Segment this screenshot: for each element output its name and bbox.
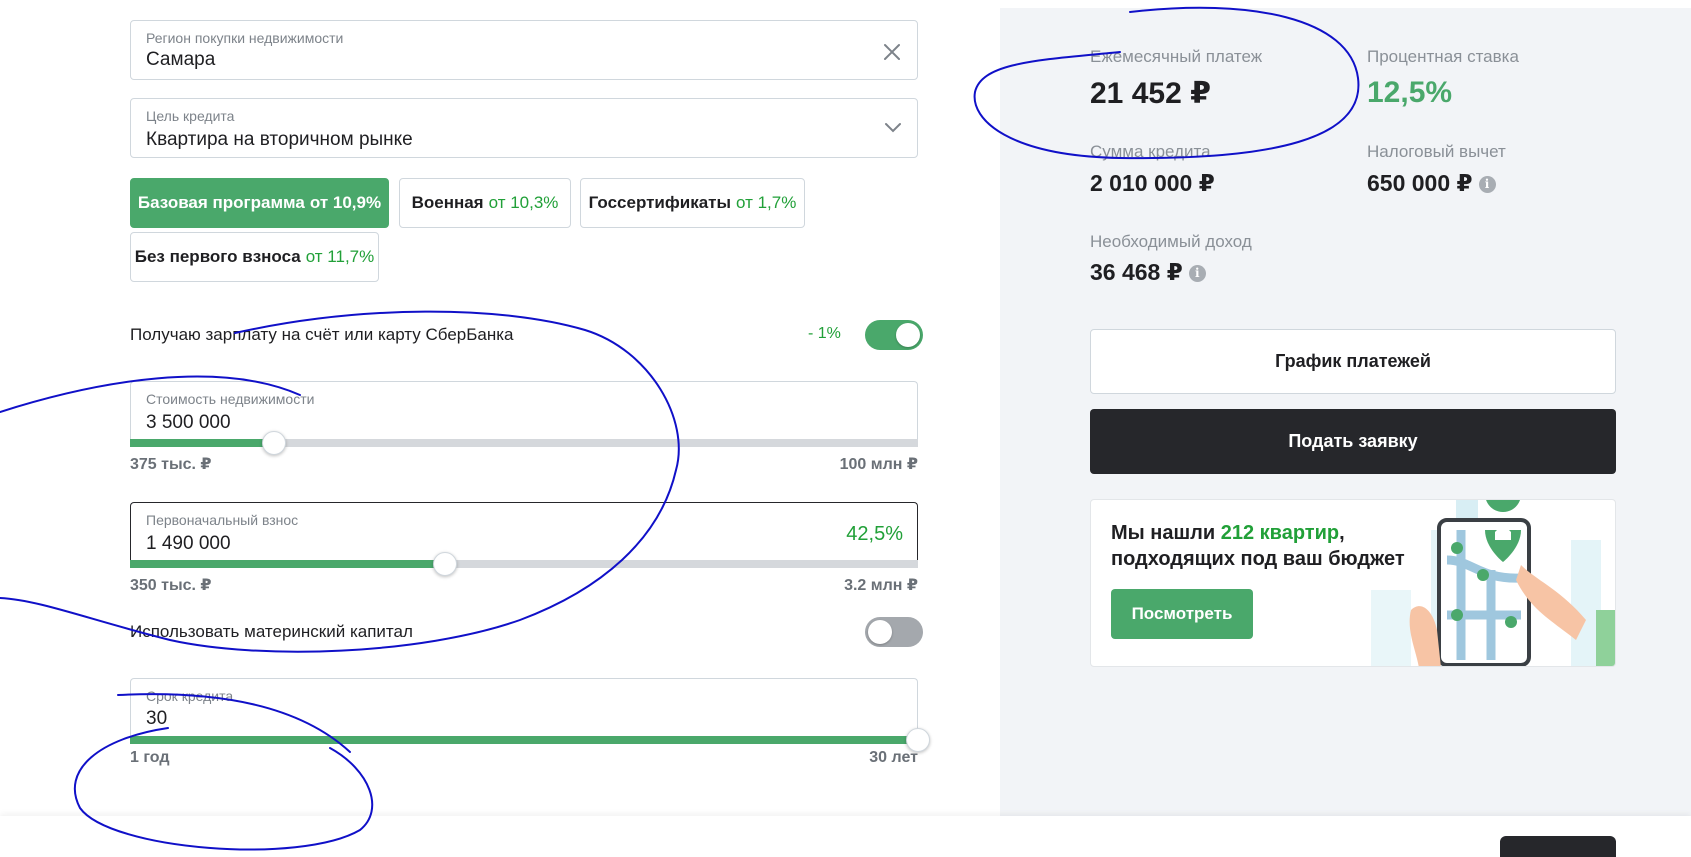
close-icon[interactable] [883,43,901,61]
term-slider-fill [130,736,918,744]
purpose-label: Цель кредита [146,108,235,124]
term-label: Срок кредита [146,688,234,704]
down-payment-slider-fill [130,560,446,568]
down-payment-max: 3.2 млн ₽ [844,577,918,594]
map-phone-illustration-icon [1371,500,1615,666]
monthly-payment-label: Ежемесячный платеж [1090,47,1263,66]
price-field[interactable]: Стоимость недвижимости 3 500 000 [130,381,918,443]
term-field[interactable]: Срок кредита 30 [130,678,918,740]
promo-text: Мы нашли 212 квартир, подходящих под ваш… [1111,520,1405,572]
region-value: Самара [146,49,216,70]
program-name: Базовая программа [137,193,305,212]
price-value: 3 500 000 [146,412,231,433]
view-apartments-button[interactable]: Посмотреть [1111,589,1253,639]
down-payment-percent: 42,5% [846,523,903,545]
program-rate: от 10,9% [309,193,382,212]
promo-line1-suffix: , [1339,522,1345,544]
down-payment-value: 1 490 000 [146,533,231,554]
price-min: 375 тыс. ₽ [130,456,212,473]
toggle-knob [896,323,920,347]
term-max: 30 лет [869,749,918,766]
down-payment-min: 350 тыс. ₽ [130,577,212,594]
toggle-knob [868,620,892,644]
down-payment-slider[interactable] [130,552,918,576]
interest-rate-label: Процентная ставка [1367,47,1519,66]
loan-amount-value: 2 010 000 ₽ [1090,170,1215,196]
promo-apartments-count[interactable]: 212 квартир [1221,522,1339,544]
program-rate: от 10,3% [488,193,559,212]
term-value: 30 [146,708,168,729]
region-label: Регион покупки недвижимости [146,30,344,46]
down-payment-slider-thumb[interactable] [433,552,458,576]
program-chip-military[interactable]: Военная от 10,3% [399,178,571,228]
bottom-sticky-bar [0,816,1691,857]
tax-deduction-value: 650 000 ₽ [1367,170,1473,196]
salary-toggle[interactable] [865,320,923,350]
price-slider[interactable] [130,431,918,455]
price-label: Стоимость недвижимости [146,391,315,407]
program-rate: от 11,7% [305,247,375,266]
required-income-value: 36 468 ₽ [1090,259,1183,285]
down-payment-field[interactable]: Первоначальный взнос 1 490 000 42,5% [130,502,918,564]
down-payment-label: Первоначальный взнос [146,512,299,528]
purpose-value: Квартира на вторичном рынке [146,129,413,150]
loan-amount-label: Сумма кредита [1090,142,1211,161]
chevron-down-icon[interactable] [883,121,903,135]
term-slider[interactable] [130,728,930,752]
payment-schedule-button[interactable]: График платежей [1090,329,1616,394]
tax-deduction-label: Налоговый вычет [1367,142,1506,161]
tax-deduction: 650 000 ₽ i [1367,170,1496,197]
maternity-capital-label: Использовать материнский капитал [130,622,413,641]
salary-label: Получаю зарплату на счёт или карту СберБ… [130,325,514,344]
purpose-select[interactable]: Цель кредита Квартира на вторичном рынке [130,98,918,158]
maternity-capital-toggle[interactable] [865,617,923,647]
salary-discount: - 1% [808,325,841,342]
price-slider-fill [130,439,275,447]
submit-application-button[interactable]: Подать заявку [1090,409,1616,474]
region-field[interactable]: Регион покупки недвижимости Самара [130,20,918,80]
info-icon[interactable]: i [1478,176,1496,194]
info-icon[interactable]: i [1188,265,1206,283]
promo-line1-prefix: Мы нашли [1111,522,1216,544]
price-max: 100 млн ₽ [839,456,918,473]
program-rate: от 1,7% [736,193,797,212]
required-income: 36 468 ₽ i [1090,259,1206,286]
program-name: Военная [411,193,484,212]
interest-rate-value: 12,5% [1367,76,1453,109]
program-chip-base[interactable]: Базовая программа от 10,9% [130,178,389,228]
program-chip-no-down-payment[interactable]: Без первого взноса от 11,7% [130,232,379,282]
required-income-label: Необходимый доход [1090,232,1252,251]
program-name: Госсертификаты [588,193,732,212]
term-min: 1 год [130,749,170,766]
sticky-submit-button[interactable] [1500,836,1616,857]
program-chip-certificates[interactable]: Госсертификаты от 1,7% [580,178,805,228]
program-name: Без первого взноса [134,247,301,266]
monthly-payment-value: 21 452 ₽ [1090,77,1211,110]
promo-line2: подходящих под ваш бюджет [1111,548,1405,570]
apartments-promo-card: Мы нашли 212 квартир, подходящих под ваш… [1090,499,1616,667]
